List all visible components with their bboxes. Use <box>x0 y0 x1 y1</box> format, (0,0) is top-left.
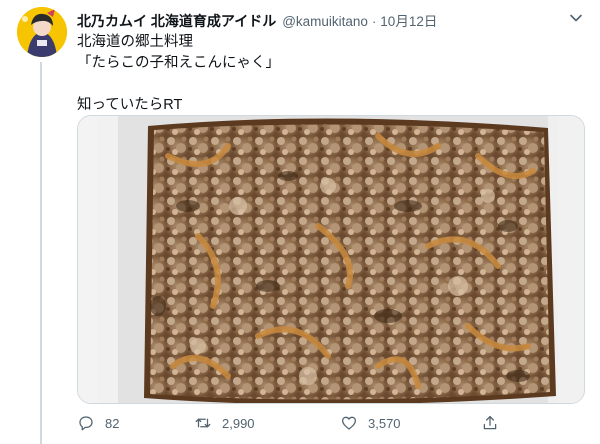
reply-icon <box>79 416 93 431</box>
tweet-media-photo[interactable] <box>77 115 585 404</box>
like-icon <box>341 416 357 430</box>
avatar-image <box>17 7 67 57</box>
timestamp[interactable]: 10月12日 <box>380 10 437 30</box>
retweet-button[interactable]: 2,990 <box>194 410 255 436</box>
chevron-down-icon <box>570 14 582 22</box>
more-options-button[interactable] <box>566 8 586 28</box>
share-button[interactable] <box>481 410 499 436</box>
tweet-text: 北海道の郷土料理 「たらこの子和えこんにゃく」 知っていたらRT <box>77 32 586 116</box>
food-photo <box>78 116 584 403</box>
like-button[interactable]: 3,570 <box>340 410 401 436</box>
tweet-content: 北乃カムイ 北海道育成アイドル @kamuikitano · 10月12日 北海… <box>77 10 586 116</box>
tweet-actions: 82 2,990 3,570 <box>77 410 517 436</box>
retweet-icon <box>195 418 211 428</box>
display-name[interactable]: 北乃カムイ 北海道育成アイドル <box>77 11 276 31</box>
tweet-text-line: 「たらこの子和えこんにゃく」 <box>77 55 280 71</box>
like-count: 3,570 <box>368 415 401 431</box>
share-icon <box>483 415 497 430</box>
separator-dot: · <box>371 14 377 29</box>
thread-line <box>40 62 42 444</box>
tweet-text-line: 知っていたらRT <box>77 97 183 113</box>
reply-button[interactable]: 82 <box>77 410 119 436</box>
avatar[interactable] <box>17 7 67 57</box>
reply-count: 82 <box>105 415 120 431</box>
tweet-text-line <box>77 74 586 95</box>
retweet-count: 2,990 <box>222 415 255 431</box>
tweet-header: 北乃カムイ 北海道育成アイドル @kamuikitano · 10月12日 <box>77 10 586 30</box>
user-handle[interactable]: @kamuikitano <box>282 14 368 29</box>
tweet-text-line: 北海道の郷土料理 <box>77 34 193 50</box>
